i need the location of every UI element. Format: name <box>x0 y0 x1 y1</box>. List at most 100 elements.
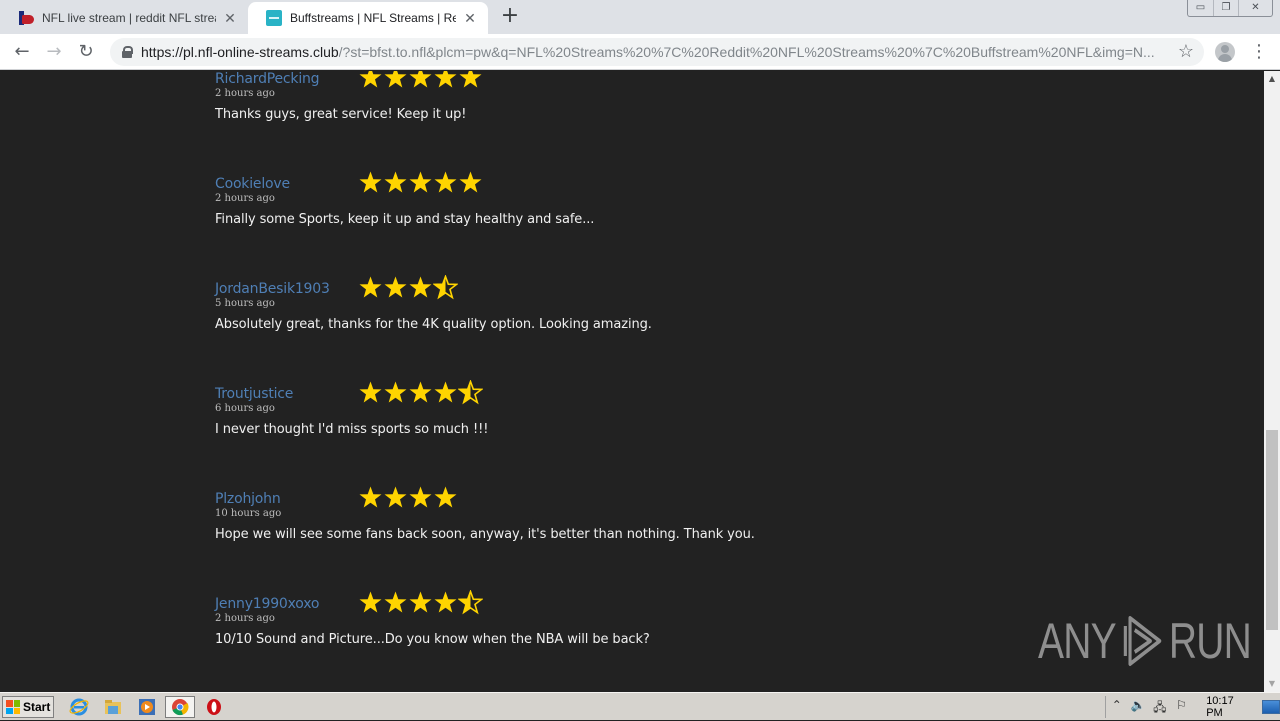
windows-logo-icon <box>6 700 20 714</box>
star-full-icon <box>359 381 382 403</box>
windows-taskbar: Start ⌃ 🔈 🖧 ⚐ 10:17 PM <box>0 692 1280 720</box>
browser-menu-button[interactable]: ⋮ <box>1250 40 1268 64</box>
star-full-icon <box>359 171 382 193</box>
scrollbar-thumb[interactable] <box>1266 430 1278 630</box>
review-item: Plzohjohn 10 hours ago Hope we will see so… <box>215 486 915 591</box>
tab-strip: NFL live stream | reddit NFL streams ✕ B… <box>0 0 1280 34</box>
reviewer-name-link[interactable]: JordanBesik1903 <box>215 281 330 297</box>
review-timestamp: 2 hours ago <box>215 88 275 99</box>
review-timestamp: 6 hours ago <box>215 403 275 414</box>
star-full-icon <box>459 71 482 88</box>
close-icon[interactable]: ✕ <box>222 10 238 26</box>
review-item: JordanBesik1903 5 hours ago Absolutely gre… <box>215 275 915 381</box>
star-rating <box>358 170 483 195</box>
minimize-button[interactable]: ▭ <box>1188 0 1213 16</box>
star-full-icon <box>409 486 432 508</box>
tab-title: NFL live stream | reddit NFL streams <box>42 11 216 25</box>
page-content: RichardPecking 2 hours ago Thanks guys, gr… <box>0 71 1264 692</box>
profile-avatar[interactable] <box>1215 42 1235 62</box>
reviewer-name-link[interactable]: Troutjustice <box>215 386 293 402</box>
review-timestamp: 5 hours ago <box>215 298 275 309</box>
show-desktop-icon[interactable] <box>1262 700 1280 714</box>
review-item: RichardPecking 2 hours ago Thanks guys, gr… <box>215 71 915 171</box>
address-bar[interactable]: https://pl.nfl-online-streams.club /?st=… <box>110 38 1204 66</box>
close-icon[interactable]: ✕ <box>462 10 478 26</box>
star-full-icon <box>434 171 457 193</box>
opera-icon[interactable] <box>204 697 224 717</box>
star-full-icon <box>384 71 407 88</box>
system-tray: ⌃ 🔈 🖧 ⚐ 10:17 PM <box>1105 695 1280 719</box>
anyrun-watermark: ANY RUN <box>1038 610 1252 672</box>
star-full-icon <box>434 381 457 403</box>
url-host: https://pl.nfl-online-streams.club <box>141 44 339 60</box>
lock-icon[interactable] <box>122 46 133 58</box>
review-timestamp: 2 hours ago <box>215 613 275 624</box>
star-half-icon <box>458 590 483 615</box>
star-full-icon <box>409 591 432 613</box>
star-full-icon <box>384 591 407 613</box>
watermark-text-left: ANY <box>1038 613 1117 669</box>
chrome-icon <box>172 699 189 716</box>
media-player-icon[interactable] <box>137 697 157 717</box>
watermark-text-right: RUN <box>1168 613 1252 669</box>
star-full-icon <box>409 171 432 193</box>
review-text: Thanks guys, great service! Keep it up! <box>215 107 467 122</box>
star-full-icon <box>384 171 407 193</box>
reload-button[interactable]: ↻ <box>74 40 98 64</box>
chrome-taskbar-button[interactable] <box>165 696 195 718</box>
star-rating <box>358 380 483 405</box>
buffstreams-icon <box>266 10 282 26</box>
action-center-flag-icon[interactable]: ⚐ <box>1171 698 1193 716</box>
review-item: Cookielove 2 hours ago Finally some Sports… <box>215 171 915 276</box>
system-clock[interactable]: 10:17 PM <box>1206 695 1252 719</box>
new-tab-button[interactable]: + <box>498 5 522 29</box>
review-item: Troutjustice 6 hours ago I never thought I… <box>215 380 915 486</box>
star-full-icon <box>359 486 382 508</box>
star-full-icon <box>459 171 482 193</box>
star-rating <box>358 590 483 615</box>
review-timestamp: 10 hours ago <box>215 508 282 519</box>
review-text: 10/10 Sound and Picture...Do you know wh… <box>215 632 650 647</box>
star-full-icon <box>359 276 382 298</box>
scroll-down-arrow-icon[interactable]: ▼ <box>1264 676 1280 692</box>
nfl-site-icon <box>18 10 34 26</box>
page-scrollbar[interactable]: ▲ ▼ <box>1264 71 1280 692</box>
forward-button[interactable]: → <box>42 40 66 64</box>
star-full-icon <box>384 381 407 403</box>
star-full-icon <box>384 486 407 508</box>
tab-title: Buffstreams | NFL Streams | Reddit NFL <box>290 11 456 25</box>
file-explorer-icon[interactable] <box>103 697 123 717</box>
tab-nfl-live-stream[interactable]: NFL live stream | reddit NFL streams ✕ <box>0 2 248 34</box>
star-full-icon <box>434 591 457 613</box>
star-full-icon <box>359 591 382 613</box>
tab-buffstreams[interactable]: Buffstreams | NFL Streams | Reddit NFL ✕ <box>248 2 488 34</box>
volume-icon[interactable]: 🔈 <box>1128 698 1150 716</box>
reviewer-name-link[interactable]: Cookielove <box>215 176 290 192</box>
tray-chevron-icon[interactable]: ⌃ <box>1106 698 1128 716</box>
anyrun-play-icon <box>1123 616 1162 666</box>
review-text: Finally some Sports, keep it up and stay… <box>215 212 595 227</box>
review-text: Absolutely great, thanks for the 4K qual… <box>215 317 652 332</box>
bookmark-star-icon[interactable]: ☆ <box>1178 41 1194 62</box>
network-warning-icon[interactable]: 🖧 <box>1149 698 1171 716</box>
star-full-icon <box>359 71 382 88</box>
reviewer-name-link[interactable]: Jenny1990xoxo <box>215 596 319 612</box>
star-full-icon <box>409 71 432 88</box>
review-text: I never thought I'd miss sports so much … <box>215 422 489 437</box>
star-full-icon <box>409 381 432 403</box>
star-half-icon <box>458 380 483 405</box>
start-button[interactable]: Start <box>2 696 54 718</box>
back-button[interactable]: ← <box>10 40 34 64</box>
internet-explorer-icon[interactable] <box>69 697 89 717</box>
window-close-button[interactable]: ✕ <box>1238 0 1272 16</box>
url-path: /?st=bfst.to.nfl&plcm=pw&q=NFL%20Streams… <box>338 44 1155 60</box>
window-controls: ▭ ❐ ✕ <box>1187 0 1273 17</box>
star-half-icon <box>433 275 458 300</box>
star-full-icon <box>434 71 457 88</box>
start-label: Start <box>23 700 51 714</box>
reviewer-name-link[interactable]: Plzohjohn <box>215 491 281 507</box>
restore-button[interactable]: ❐ <box>1213 0 1238 16</box>
scroll-up-arrow-icon[interactable]: ▲ <box>1264 71 1280 87</box>
review-item: Jenny1990xoxo 2 hours ago 10/10 Sound and … <box>215 590 915 692</box>
reviewer-name-link[interactable]: RichardPecking <box>215 71 320 87</box>
